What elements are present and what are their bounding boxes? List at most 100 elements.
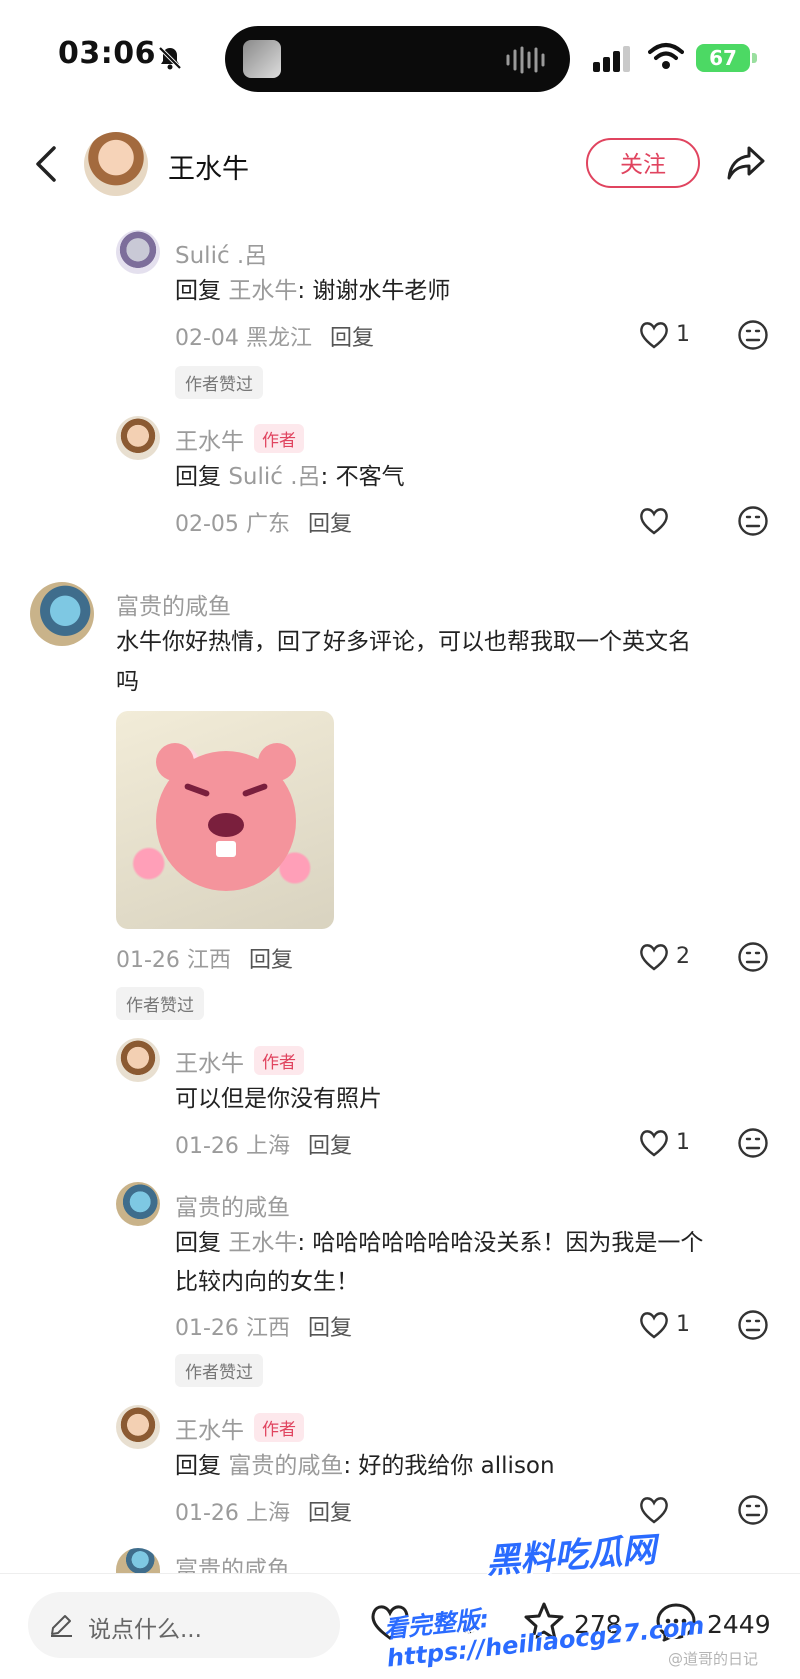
author-name[interactable]: 王水牛 (168, 147, 249, 186)
like-count: 2 (676, 944, 690, 969)
comment-body: : 好的我给你 allison (343, 1453, 555, 1479)
like-count: 1 (676, 1312, 690, 1337)
comment-text: 回复 Sulić .呂: 不客气 (175, 458, 405, 496)
chevron-left-icon[interactable] (30, 142, 60, 186)
comment-meta: 01-26 江西 回复 (116, 942, 293, 974)
weibo-watermark: @道哥的日记 (668, 1650, 759, 1668)
comment-user-name[interactable]: 王水牛 作者 (175, 422, 304, 456)
reply-target[interactable]: 富贵的咸鱼 (228, 1453, 343, 1479)
comment-text-line1: 回复 王水牛: 哈哈哈哈哈哈哈没关系！因为我是一个 (175, 1224, 703, 1262)
dislike-face-icon[interactable] (737, 319, 769, 351)
dislike-face-icon[interactable] (737, 505, 769, 537)
comment-text: 回复 王水牛: 谢谢水牛老师 (175, 272, 450, 310)
like-count: 1 (676, 1130, 690, 1155)
reply-button[interactable]: 回复 (249, 948, 293, 973)
battery-tip (752, 53, 757, 63)
comment-meta: 01-26 上海 回复 (175, 1495, 352, 1527)
reply-target[interactable]: 王水牛 (228, 278, 297, 304)
comment-user-name[interactable]: 富贵的咸鱼 (116, 587, 231, 621)
user-name-text[interactable]: 王水牛 (175, 1051, 244, 1077)
pencil-icon (51, 1615, 72, 1637)
comment-text-line2: 比较内向的女生！ (175, 1269, 359, 1295)
avatar[interactable] (116, 1548, 160, 1574)
comment-text: 可以但是你没有照片 (175, 1086, 382, 1112)
comment-location: 黑龙江 (245, 326, 312, 351)
comment-user-name[interactable]: 王水牛 作者 (175, 1411, 304, 1445)
comment-date: 01-26 (116, 948, 180, 973)
comment-location: 上海 (245, 1134, 290, 1159)
reply-button[interactable]: 回复 (308, 1134, 352, 1159)
comment-body: : 哈哈哈哈哈哈哈没关系！因为我是一个 (297, 1230, 704, 1256)
user-name-text[interactable]: 王水牛 (175, 429, 244, 455)
sticker-teeth (216, 841, 236, 857)
comment-location: 江西 (245, 1316, 290, 1341)
reply-button[interactable]: 回复 (330, 326, 374, 351)
author-avatar[interactable] (84, 132, 148, 196)
sticker-image[interactable] (116, 711, 334, 929)
comment-input[interactable]: 说点什么... (28, 1592, 340, 1658)
author-liked-badge: 作者赞过 (175, 1354, 263, 1387)
avatar[interactable] (30, 582, 94, 646)
sticker-nose (208, 813, 244, 837)
avatar[interactable] (116, 1182, 160, 1226)
dislike-face-icon[interactable] (737, 1127, 769, 1159)
comment-body: : 不客气 (320, 464, 405, 490)
comment-user-name[interactable]: 王水牛 作者 (175, 1044, 304, 1078)
heart-icon[interactable] (638, 942, 670, 972)
heart-icon[interactable] (638, 1495, 670, 1525)
author-liked-badge: 作者赞过 (175, 366, 263, 399)
avatar[interactable] (116, 230, 160, 274)
reply-prefix: 回复 (175, 1453, 221, 1479)
author-liked-badge: 作者赞过 (116, 987, 204, 1020)
comment-date: 01-26 (175, 1134, 239, 1159)
comment-meta: 01-26 上海 回复 (175, 1128, 352, 1160)
comment-text: 回复 富贵的咸鱼: 好的我给你 allison (175, 1447, 555, 1485)
comment-input-placeholder: 说点什么... (88, 1617, 202, 1643)
audio-wave-icon (506, 46, 545, 74)
comment-meta: 02-05 广东 回复 (175, 506, 352, 538)
comment-date: 01-26 (175, 1316, 239, 1341)
comment-body: : 谢谢水牛老师 (297, 278, 451, 304)
follow-button[interactable]: 关注 (586, 138, 700, 188)
reply-prefix: 回复 (175, 1230, 221, 1256)
author-tag: 作者 (254, 1413, 304, 1442)
bell-muted-icon (158, 46, 182, 70)
comment-user-name[interactable]: 富贵的咸鱼 (175, 1550, 290, 1573)
comment-user-name[interactable]: Sulić .呂 (175, 236, 267, 270)
avatar[interactable] (116, 416, 160, 460)
reply-button[interactable]: 回复 (308, 512, 352, 537)
comment-location: 广东 (245, 512, 290, 537)
dislike-face-icon[interactable] (737, 1309, 769, 1341)
user-name-text[interactable]: 王水牛 (175, 1418, 244, 1444)
avatar[interactable] (116, 1405, 160, 1449)
heart-icon[interactable] (638, 1310, 670, 1340)
bottom-divider (0, 1573, 800, 1574)
cellular-signal-icon (593, 46, 630, 72)
dynamic-island (225, 26, 570, 92)
comment-date: 02-04 (175, 326, 239, 351)
status-time: 03:06 (58, 36, 156, 71)
reply-target[interactable]: 王水牛 (228, 1230, 297, 1256)
heart-icon[interactable] (638, 1128, 670, 1158)
comment-user-name[interactable]: 富贵的咸鱼 (175, 1188, 290, 1222)
comment-text-line1: 水牛你好热情，回了好多评论，可以也帮我取一个英文名 (116, 629, 691, 655)
dislike-face-icon[interactable] (737, 1494, 769, 1526)
author-tag: 作者 (254, 1046, 304, 1075)
comment-text-line2: 吗 (116, 669, 139, 695)
battery-indicator: 67 (696, 44, 750, 72)
now-playing-thumbnail (243, 40, 281, 78)
heart-icon[interactable] (638, 506, 670, 536)
comment-date: 01-26 (175, 1501, 239, 1526)
author-tag: 作者 (254, 424, 304, 453)
like-count: 1 (676, 322, 690, 347)
comment-location: 上海 (245, 1501, 290, 1526)
comment-meta: 02-04 黑龙江 回复 (175, 320, 374, 352)
reply-button[interactable]: 回复 (308, 1316, 352, 1341)
reply-target[interactable]: Sulić .呂 (228, 464, 320, 490)
heart-icon[interactable] (638, 320, 670, 350)
share-icon[interactable] (725, 142, 767, 184)
avatar[interactable] (116, 1038, 160, 1082)
dislike-face-icon[interactable] (737, 941, 769, 973)
reply-button[interactable]: 回复 (308, 1501, 352, 1526)
wifi-icon (648, 43, 684, 69)
